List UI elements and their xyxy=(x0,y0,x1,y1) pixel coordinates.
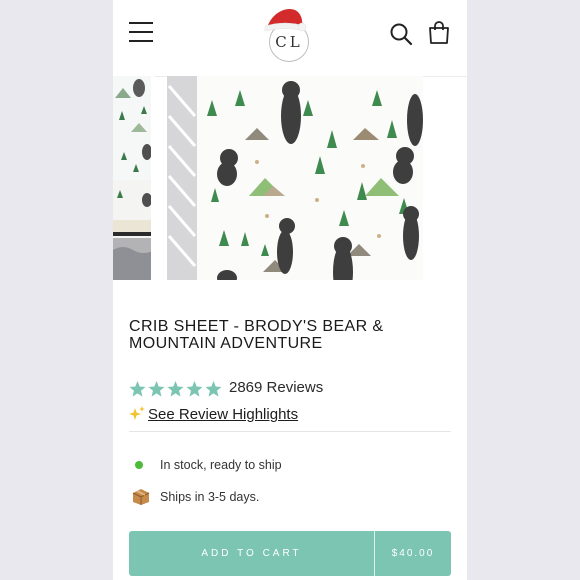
package-box-icon xyxy=(132,489,150,505)
product-gallery xyxy=(113,76,467,280)
review-count[interactable]: 2869 Reviews xyxy=(229,379,323,396)
add-to-cart-label: ADD TO CART xyxy=(201,548,302,559)
thumbnail-1[interactable] xyxy=(113,76,155,180)
hamburger-menu-icon[interactable] xyxy=(129,22,153,44)
star-icon xyxy=(148,380,165,397)
sparkle-icon xyxy=(129,406,145,420)
store-logo[interactable]: CL xyxy=(263,4,323,64)
in-stock-dot-icon xyxy=(135,461,143,469)
product-page: CL CRIB SHEET - BRODY'S BEAR & MOUNTAIN … xyxy=(113,0,467,580)
stock-status-text: In stock, ready to ship xyxy=(160,458,282,472)
add-to-cart-button[interactable]: ADD TO CART $40.00 xyxy=(129,531,451,576)
site-header: CL xyxy=(113,0,467,77)
main-product-image[interactable] xyxy=(167,76,423,280)
search-icon[interactable] xyxy=(389,22,413,46)
thumbnail-strip xyxy=(113,76,155,280)
star-icon xyxy=(129,380,146,397)
see-review-highlights-link[interactable]: See Review Highlights xyxy=(148,406,298,423)
price: $40.00 xyxy=(391,548,435,559)
bear-pattern-image xyxy=(167,76,423,280)
divider xyxy=(129,431,451,432)
star-icon xyxy=(186,380,203,397)
star-icon xyxy=(167,380,184,397)
thumbnail-2[interactable] xyxy=(113,180,155,280)
product-title: CRIB SHEET - BRODY'S BEAR & MOUNTAIN ADV… xyxy=(129,318,384,352)
star-icon xyxy=(205,380,222,397)
shipping-text: Ships in 3-5 days. xyxy=(160,490,260,504)
shopping-bag-icon[interactable] xyxy=(428,21,450,45)
star-rating[interactable]: 2869 Reviews xyxy=(129,378,323,398)
santa-hat-icon xyxy=(264,8,307,32)
